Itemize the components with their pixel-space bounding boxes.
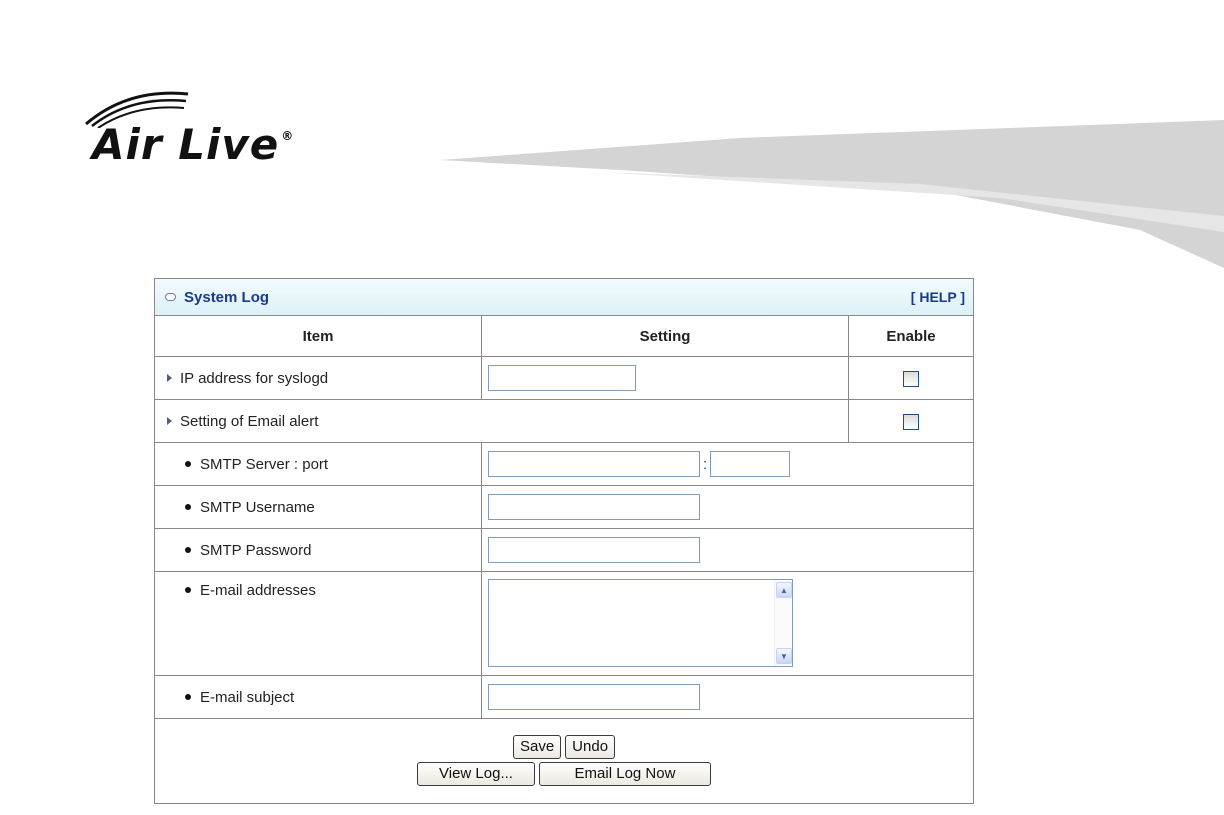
smtp-username-label-cell: SMTP Username xyxy=(155,485,482,529)
smtp-server-input[interactable] xyxy=(488,451,700,477)
panel-header: System Log [ HELP ] xyxy=(155,279,973,316)
header-row: Item Setting Enable xyxy=(155,316,973,357)
column-header-item: Item xyxy=(155,316,482,357)
arrow-right-icon xyxy=(167,416,172,425)
actions-cell: Save Undo View Log... Email Log Now xyxy=(155,718,973,803)
smtp-server-label-cell: SMTP Server : port xyxy=(155,442,482,486)
smtp-password-input[interactable] xyxy=(488,537,700,563)
smtp-server-setting-cell: : xyxy=(481,442,973,486)
email-addresses-setting-cell: ▲ ▼ xyxy=(481,571,973,676)
table-row-email-subject: E-mail subject xyxy=(155,675,973,719)
undo-button[interactable]: Undo xyxy=(565,735,616,760)
save-button[interactable]: Save xyxy=(512,735,562,760)
log-actions: View Log... Email Log Now xyxy=(155,762,973,787)
bullet-dot-icon xyxy=(185,460,191,467)
email-subject-setting-cell xyxy=(481,675,973,719)
column-header-enable: Enable xyxy=(848,316,973,357)
table-row-actions: Save Undo View Log... Email Log Now xyxy=(155,718,973,803)
view-log-button[interactable]: View Log... xyxy=(417,762,535,787)
airlive-logo: Air Live ® xyxy=(78,84,368,174)
bullet-dot-icon xyxy=(185,503,191,510)
email-addresses-textarea[interactable]: ▲ ▼ xyxy=(488,579,793,667)
smtp-username-input[interactable] xyxy=(488,494,700,520)
port-separator: : xyxy=(703,455,708,473)
arrow-right-icon xyxy=(167,373,172,382)
smtp-password-setting-cell xyxy=(481,528,973,572)
table-row-smtp-password: SMTP Password xyxy=(155,528,973,572)
settings-table: Item Setting Enable IP address for syslo… xyxy=(155,316,973,803)
table-row-syslogd: IP address for syslogd xyxy=(155,356,973,400)
syslogd-label: IP address for syslogd xyxy=(180,369,329,387)
email-alert-enable-cell xyxy=(848,399,973,443)
email-addresses-label: E-mail addresses xyxy=(200,582,316,599)
smtp-server-label: SMTP Server : port xyxy=(200,455,329,473)
bullet-dot-icon xyxy=(185,693,191,700)
table-row-smtp-username: SMTP Username xyxy=(155,485,973,529)
syslogd-setting-cell xyxy=(481,356,849,400)
bullet-dot-icon xyxy=(185,546,191,553)
email-alert-enable-checkbox[interactable] xyxy=(903,413,919,430)
syslogd-enable-checkbox[interactable] xyxy=(903,370,919,387)
primary-actions: Save Undo xyxy=(155,735,973,760)
panel-bullet-icon xyxy=(165,293,176,301)
logo-wordmark: Air Live ® xyxy=(92,120,295,169)
email-addresses-label-cell: E-mail addresses xyxy=(155,571,482,676)
panel-title: System Log xyxy=(184,288,270,306)
scroll-down-icon[interactable]: ▼ xyxy=(776,648,792,664)
email-log-now-button[interactable]: Email Log Now xyxy=(539,762,711,787)
textarea-scrollbar[interactable]: ▲ ▼ xyxy=(774,580,792,666)
header-swoosh xyxy=(440,120,1224,268)
email-subject-label: E-mail subject xyxy=(200,688,295,706)
syslogd-enable-cell xyxy=(848,356,973,400)
bullet-dot-icon xyxy=(185,587,191,593)
syslogd-ip-input[interactable] xyxy=(488,365,636,391)
scroll-up-icon[interactable]: ▲ xyxy=(776,582,792,598)
smtp-username-label: SMTP Username xyxy=(200,498,315,516)
email-subject-label-cell: E-mail subject xyxy=(155,675,482,719)
syslogd-label-cell: IP address for syslogd xyxy=(155,356,482,400)
smtp-password-label: SMTP Password xyxy=(200,541,312,559)
smtp-password-label-cell: SMTP Password xyxy=(155,528,482,572)
table-row-email-alert: Setting of Email alert xyxy=(155,399,973,443)
table-row-email-addresses: E-mail addresses ▲ ▼ xyxy=(155,571,973,676)
smtp-username-setting-cell xyxy=(481,485,973,529)
email-alert-label-cell: Setting of Email alert xyxy=(155,399,849,443)
email-alert-label: Setting of Email alert xyxy=(180,412,319,430)
help-link[interactable]: [ HELP ] xyxy=(911,289,965,305)
table-row-smtp-server: SMTP Server : port : xyxy=(155,442,973,486)
email-subject-input[interactable] xyxy=(488,684,700,710)
system-log-panel: System Log [ HELP ] Item Setting Enable … xyxy=(154,278,974,804)
column-header-setting: Setting xyxy=(481,316,849,357)
smtp-port-input[interactable] xyxy=(710,451,791,477)
